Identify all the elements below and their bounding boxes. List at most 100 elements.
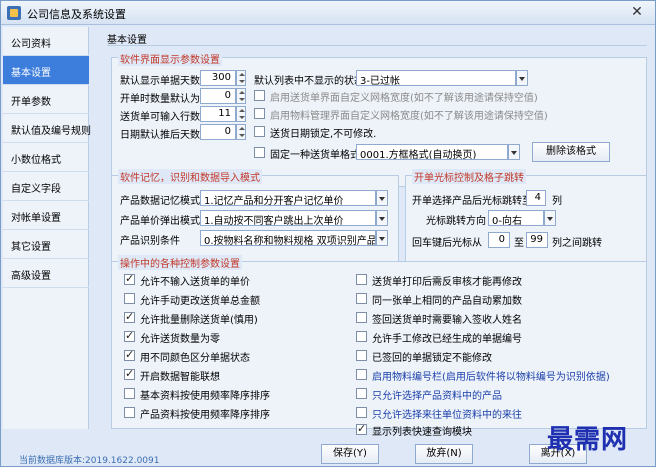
ops-right-2-checkbox[interactable] <box>356 312 367 323</box>
memory-group: 软件记忆，识别和数据导入模式 产品数据记忆模式 1.记忆产品和分开客户记忆单价 … <box>111 169 399 267</box>
chevron-down-icon[interactable] <box>376 210 388 226</box>
jump-unit: 列 <box>552 196 562 207</box>
sidebar-item-other[interactable]: 其它设置 <box>3 230 89 259</box>
field-label-days: 默认显示单据天数 <box>120 76 200 87</box>
cursor-legend: 开单光标控制及格子跳转 <box>412 169 526 184</box>
fixed-format-select[interactable]: 0001.方框格式(自动换页) <box>356 144 508 160</box>
ops-right-3-label: 允许手工修改已经生成的单据编号 <box>372 334 522 345</box>
field-label-delay: 日期默认推后天数 <box>120 130 200 141</box>
jump-label: 开单选择产品后光标跳转至 <box>412 196 532 207</box>
sidebar-item-advanced[interactable]: 高级设置 <box>3 259 89 288</box>
delay-input[interactable]: 0 <box>200 124 236 140</box>
enter-from-input[interactable]: 0 <box>488 232 510 248</box>
enter-label: 回车键后光标从 <box>412 238 482 249</box>
opt-lock-date-label: 送货日期锁定,不可修改. <box>270 129 377 140</box>
enter-to-input[interactable]: 99 <box>526 232 548 248</box>
identify-label: 产品识别条件 <box>120 236 180 247</box>
identify-select[interactable]: 0.按物料名称和物料规格 双项识别产品 <box>200 230 376 246</box>
delete-format-button[interactable]: 删除该格式 <box>532 142 610 162</box>
ops-group: 操作中的各种控制参数设置 允许不输入送货单的单价 允许手动更改送货单总金额 允许… <box>111 255 647 438</box>
sidebar-item-basic-settings[interactable]: 基本设置 <box>3 56 89 85</box>
chevron-down-icon[interactable] <box>544 210 556 226</box>
ops-left-0-checkbox[interactable] <box>124 272 135 285</box>
ops-right-2-label: 签回送货单时需要输入签收人姓名 <box>372 315 522 326</box>
close-button[interactable]: ✕ <box>627 5 647 21</box>
title-bar: 公司信息及系统设置 ✕ <box>1 1 655 25</box>
sidebar-item-custom-fields[interactable]: 自定义字段 <box>3 172 89 201</box>
sidebar-item-statement[interactable]: 对帐单设置 <box>3 201 89 230</box>
ops-right-7-label: 只允许选择来往单位资料中的来往 <box>372 410 522 421</box>
ops-left-2-checkbox[interactable] <box>124 310 135 323</box>
ops-left-4-label: 用不同颜色区分单据状态 <box>140 353 250 364</box>
watermark-logo: 最需网 <box>547 425 629 455</box>
ops-left-6-label: 基本资料按使用频率降序排序 <box>140 391 270 402</box>
save-button[interactable]: 保存(Y) <box>321 444 379 464</box>
chevron-down-icon[interactable] <box>516 70 528 86</box>
hidden-status-select[interactable]: 3-已过帐 <box>356 70 516 86</box>
ops-left-4-checkbox[interactable] <box>124 348 135 361</box>
page-title: 基本设置 <box>107 35 147 46</box>
app-icon <box>7 6 21 20</box>
sidebar: 公司资料 基本设置 开单参数 默认值及编号规则 小数位格式 自定义字段 对帐单设… <box>3 27 91 429</box>
ops-right-0-checkbox[interactable] <box>356 274 367 285</box>
db-version: 当前数据库版本:2019.1622.0091 <box>19 456 160 466</box>
chevron-down-icon[interactable] <box>376 190 388 206</box>
enter-to-label: 至 <box>514 238 524 249</box>
ops-left-5-checkbox[interactable] <box>124 367 135 380</box>
sidebar-item-defaults-numbering[interactable]: 默认值及编号规则 <box>3 114 91 143</box>
cursor-group: 开单光标控制及格子跳转 开单选择产品后光标跳转至 4 列 光标跳转方向 0-向右… <box>405 169 647 267</box>
ops-right-1-checkbox[interactable] <box>356 293 367 304</box>
ops-right-6-checkbox[interactable] <box>356 388 367 399</box>
divider <box>107 45 647 46</box>
hidden-status-label: 默认列表中不显示的状态 <box>254 76 364 87</box>
ops-right-8-checkbox[interactable] <box>356 422 367 435</box>
ops-right-8-label: 显示列表快速查询模块 <box>372 427 472 438</box>
field-label-qty: 开单时数量默认为 <box>120 94 200 105</box>
price-popup-select[interactable]: 1.自动按不同客户跳出上次单价 <box>200 210 376 226</box>
memory-mode-select[interactable]: 1.记忆产品和分开客户记忆单价 <box>200 190 376 206</box>
jump-input[interactable]: 4 <box>526 190 546 206</box>
ui-params-group: 软件界面显示参数设置 默认显示单据天数 300 开单时数量默认为 0 送货单可输… <box>111 51 647 187</box>
ops-left-0-label: 允许不输入送货单的单价 <box>140 277 250 288</box>
days-input[interactable]: 300 <box>200 70 236 86</box>
ops-right-5-label: 启用物料编号栏(启用后软件将以物料编号为识别依据) <box>372 372 610 383</box>
ops-left-7-checkbox[interactable] <box>124 407 135 418</box>
ops-right-7-checkbox[interactable] <box>356 407 367 418</box>
enter-suffix: 列之间跳转 <box>552 238 602 249</box>
qty-input[interactable]: 0 <box>200 88 236 104</box>
direction-select[interactable]: 0-向右 <box>488 210 544 226</box>
ops-left-3-checkbox[interactable] <box>124 329 135 342</box>
ops-left-2-label: 允许批量删除送货单(慎用) <box>140 315 258 326</box>
ops-left-7-label: 产品资料按使用频率降序排序 <box>140 410 270 421</box>
qty-spinner[interactable] <box>236 88 246 104</box>
opt-grid-width-material-checkbox[interactable] <box>254 108 265 119</box>
delay-spinner[interactable] <box>236 124 246 140</box>
ops-left-3-label: 允许送货数量为零 <box>140 334 220 345</box>
ops-left-5-label: 开启数据智能联想 <box>140 372 220 383</box>
chevron-down-icon[interactable] <box>376 230 388 246</box>
fixed-format-checkbox[interactable] <box>254 147 265 158</box>
ui-params-legend: 软件界面显示参数设置 <box>118 51 222 66</box>
opt-lock-date-checkbox[interactable] <box>254 126 265 137</box>
direction-label: 光标跳转方向 <box>426 216 486 227</box>
rows-input[interactable]: 11 <box>200 106 236 122</box>
opt-grid-width-delivery-checkbox[interactable] <box>254 90 265 101</box>
ops-right-3-checkbox[interactable] <box>356 331 367 342</box>
ops-left-1-label: 允许手动更改送货单总金额 <box>140 296 260 307</box>
discard-button[interactable]: 放弃(N) <box>415 444 473 464</box>
ops-right-5-checkbox[interactable] <box>356 369 367 380</box>
sidebar-item-company[interactable]: 公司资料 <box>3 27 89 56</box>
ops-left-1-checkbox[interactable] <box>124 293 135 304</box>
opt-grid-width-material-label: 启用物料管理界面自定义网格宽度(如不了解该用途请保持空值) <box>270 111 548 122</box>
ops-left-6-checkbox[interactable] <box>124 388 135 399</box>
rows-spinner[interactable] <box>236 106 246 122</box>
main-panel: 基本设置 软件界面显示参数设置 默认显示单据天数 300 开单时数量默认为 0 … <box>97 27 651 438</box>
sidebar-item-order-params[interactable]: 开单参数 <box>3 85 89 114</box>
days-spinner[interactable] <box>236 70 246 86</box>
ops-right-0-label: 送货单打印后需反审核才能再修改 <box>372 277 522 288</box>
ops-right-4-checkbox[interactable] <box>356 350 367 361</box>
memory-mode-label: 产品数据记忆模式 <box>120 196 200 207</box>
chevron-down-icon[interactable] <box>508 144 520 160</box>
sidebar-item-decimal-format[interactable]: 小数位格式 <box>3 143 89 172</box>
memory-legend: 软件记忆，识别和数据导入模式 <box>118 169 262 184</box>
